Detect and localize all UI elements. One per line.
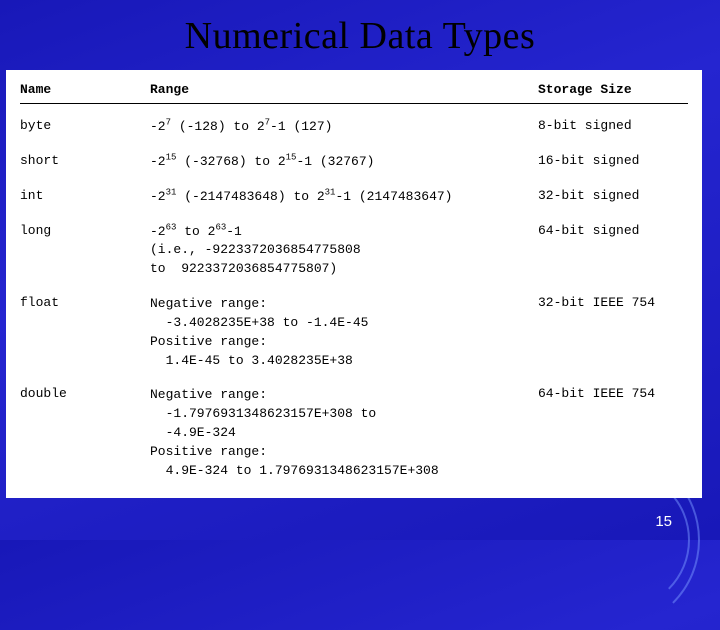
table-row: floatNegative range: -3.4028235E+38 to -… xyxy=(20,289,688,380)
cell-range: Negative range: -3.4028235E+38 to -1.4E-… xyxy=(150,295,538,370)
cell-range: -27 (-128) to 27-1 (127) xyxy=(150,118,538,137)
page-number: 15 xyxy=(655,513,672,530)
cell-name: int xyxy=(20,188,150,203)
cell-name: byte xyxy=(20,118,150,133)
table-row: short-215 (-32768) to 215-1 (32767)16-bi… xyxy=(20,147,688,182)
cell-size: 64-bit signed xyxy=(538,223,688,238)
table-row: int-231 (-2147483648) to 231-1 (21474836… xyxy=(20,182,688,217)
table-row: doubleNegative range: -1.797693134862315… xyxy=(20,380,688,490)
cell-size: 64-bit IEEE 754 xyxy=(538,386,688,401)
table-row: long-263 to 263-1(i.e., -922337203685477… xyxy=(20,217,688,290)
cell-range: -215 (-32768) to 215-1 (32767) xyxy=(150,153,538,172)
cell-name: long xyxy=(20,223,150,238)
table-header-row: Name Range Storage Size xyxy=(20,78,688,104)
cell-range: Negative range: -1.7976931348623157E+308… xyxy=(150,386,538,480)
col-header-name: Name xyxy=(20,82,150,97)
cell-size: 16-bit signed xyxy=(538,153,688,168)
col-header-size: Storage Size xyxy=(538,82,688,97)
cell-name: short xyxy=(20,153,150,168)
data-types-table: Name Range Storage Size byte-27 (-128) t… xyxy=(6,70,702,498)
cell-name: double xyxy=(20,386,150,401)
cell-size: 32-bit IEEE 754 xyxy=(538,295,688,310)
slide-title: Numerical Data Types xyxy=(0,0,720,70)
col-header-range: Range xyxy=(150,82,538,97)
cell-size: 32-bit signed xyxy=(538,188,688,203)
cell-name: float xyxy=(20,295,150,310)
cell-size: 8-bit signed xyxy=(538,118,688,133)
table-row: byte-27 (-128) to 27-1 (127)8-bit signed xyxy=(20,112,688,147)
cell-range: -231 (-2147483648) to 231-1 (2147483647) xyxy=(150,188,538,207)
cell-range: -263 to 263-1(i.e., -9223372036854775808… xyxy=(150,223,538,280)
